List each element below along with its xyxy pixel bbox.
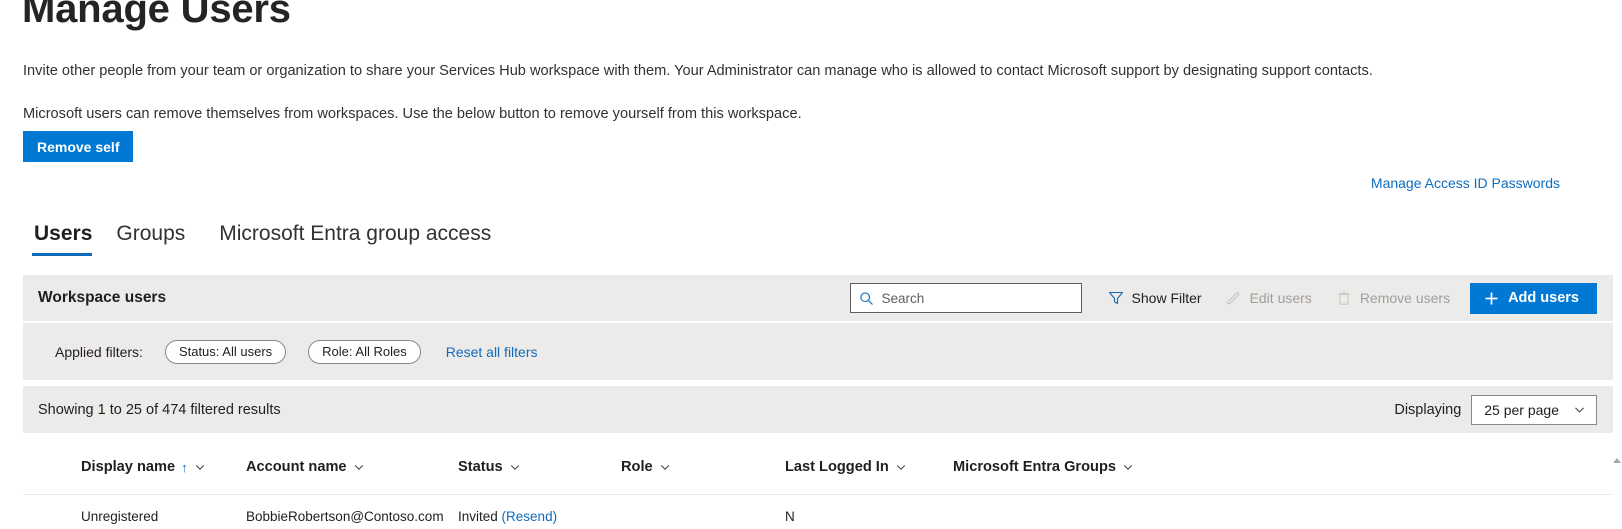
filter-icon <box>1108 290 1124 306</box>
cell-last-logged-in: N <box>785 508 795 524</box>
show-filter-label: Show Filter <box>1131 290 1202 306</box>
remove-users-button: Remove users <box>1324 275 1462 321</box>
manage-users-page: Manage Users Invite other people from yo… <box>0 0 1622 529</box>
displaying-label: Displaying <box>1394 401 1462 418</box>
column-header-account-name[interactable]: Account name <box>246 459 458 475</box>
showing-results-text: Showing 1 to 25 of 474 filtered results <box>38 401 281 418</box>
intro-paragraph-1: Invite other people from your team or or… <box>23 63 1373 79</box>
vertical-scrollbar[interactable] <box>1613 455 1622 529</box>
table-header-row: Display name ↑ Account name Status Role … <box>23 440 1613 495</box>
filter-chip-role-label: Role: All Roles <box>322 344 407 359</box>
tab-entra-group-access[interactable]: Microsoft Entra group access <box>201 221 501 256</box>
resend-invite-link[interactable]: (Resend) <box>502 509 558 524</box>
per-page-value: 25 per page <box>1484 401 1559 418</box>
add-users-label: Add users <box>1508 290 1579 306</box>
manage-access-id-passwords-link[interactable]: Manage Access ID Passwords <box>1371 175 1560 191</box>
tab-users[interactable]: Users <box>26 221 108 256</box>
panel-toolbar: Workspace users Search Show Filter Edit … <box>23 275 1613 321</box>
toolbar-actions: Search Show Filter Edit users Remove use… <box>849 275 1613 321</box>
column-header-last-logged-in[interactable]: Last Logged In <box>785 459 953 475</box>
per-page-select[interactable]: 25 per page <box>1471 394 1597 425</box>
tab-groups[interactable]: Groups <box>108 221 201 256</box>
cell-status-text: Invited <box>458 508 498 524</box>
page-title: Manage Users <box>22 0 291 31</box>
search-placeholder: Search <box>881 290 925 306</box>
tab-groups-label: Groups <box>116 222 186 245</box>
chevron-down-icon <box>895 461 907 473</box>
column-header-status-label: Status <box>458 459 503 475</box>
cell-display-name: Unregistered <box>81 508 159 524</box>
chevron-down-icon <box>1573 403 1586 416</box>
remove-self-button[interactable]: Remove self <box>23 131 134 162</box>
plus-icon <box>1484 291 1499 306</box>
reset-all-filters-link[interactable]: Reset all filters <box>446 344 538 360</box>
column-header-display-name[interactable]: Display name ↑ <box>81 459 246 475</box>
chevron-down-icon <box>1122 461 1134 473</box>
cell-status: Invited (Resend) <box>458 509 621 524</box>
tab-users-label: Users <box>34 222 93 245</box>
panel-title: Workspace users <box>38 289 167 306</box>
trash-icon <box>1336 290 1352 306</box>
filter-chip-status-label: Status: All users <box>178 344 273 359</box>
column-header-last-logged-in-label: Last Logged In <box>785 459 889 475</box>
show-filter-button[interactable]: Show Filter <box>1096 275 1214 321</box>
filter-chip-role[interactable]: Role: All Roles <box>308 339 421 364</box>
intro-paragraph-2: Microsoft users can remove themselves fr… <box>23 106 802 122</box>
edit-users-label: Edit users <box>1249 290 1312 306</box>
workspace-users-panel: Workspace users Search Show Filter Edit … <box>23 275 1613 433</box>
search-icon <box>859 291 874 306</box>
scroll-up-arrow-icon[interactable] <box>1613 458 1621 463</box>
applied-filters-label: Applied filters: <box>55 343 143 360</box>
column-header-role[interactable]: Role <box>621 459 785 475</box>
chevron-down-icon <box>353 461 365 473</box>
filter-chip-status[interactable]: Status: All users <box>164 339 287 364</box>
column-header-entra-groups[interactable]: Microsoft Entra Groups <box>953 459 1193 475</box>
cell-account-name: BobbieRobertson@Contoso.com <box>246 508 444 524</box>
applied-filters-bar: Applied filters: Status: All users Role:… <box>23 323 1613 380</box>
per-page-control: Displaying 25 per page <box>1394 394 1597 425</box>
chevron-down-icon <box>194 461 206 473</box>
column-header-account-name-label: Account name <box>246 459 347 475</box>
column-header-role-label: Role <box>621 459 653 475</box>
tab-entra-group-access-label: Microsoft Entra group access <box>219 222 492 245</box>
chevron-down-icon <box>509 461 521 473</box>
tab-bar: Users Groups Microsoft Entra group acces… <box>26 221 501 256</box>
search-input[interactable]: Search <box>849 283 1082 313</box>
users-table: Display name ↑ Account name Status Role … <box>23 440 1613 529</box>
remove-users-label: Remove users <box>1359 290 1451 306</box>
results-summary-bar: Showing 1 to 25 of 474 filtered results … <box>23 386 1613 433</box>
column-header-entra-groups-label: Microsoft Entra Groups <box>953 459 1116 475</box>
pencil-icon <box>1226 290 1242 306</box>
arrow-up-icon: ↑ <box>181 459 188 475</box>
column-header-status[interactable]: Status <box>458 459 621 475</box>
add-users-button[interactable]: Add users <box>1470 282 1597 314</box>
edit-users-button: Edit users <box>1214 275 1324 321</box>
chevron-down-icon <box>659 461 671 473</box>
table-row[interactable]: Unregistered BobbieRobertson@Contoso.com… <box>23 495 1613 529</box>
column-header-display-name-label: Display name <box>81 459 176 475</box>
